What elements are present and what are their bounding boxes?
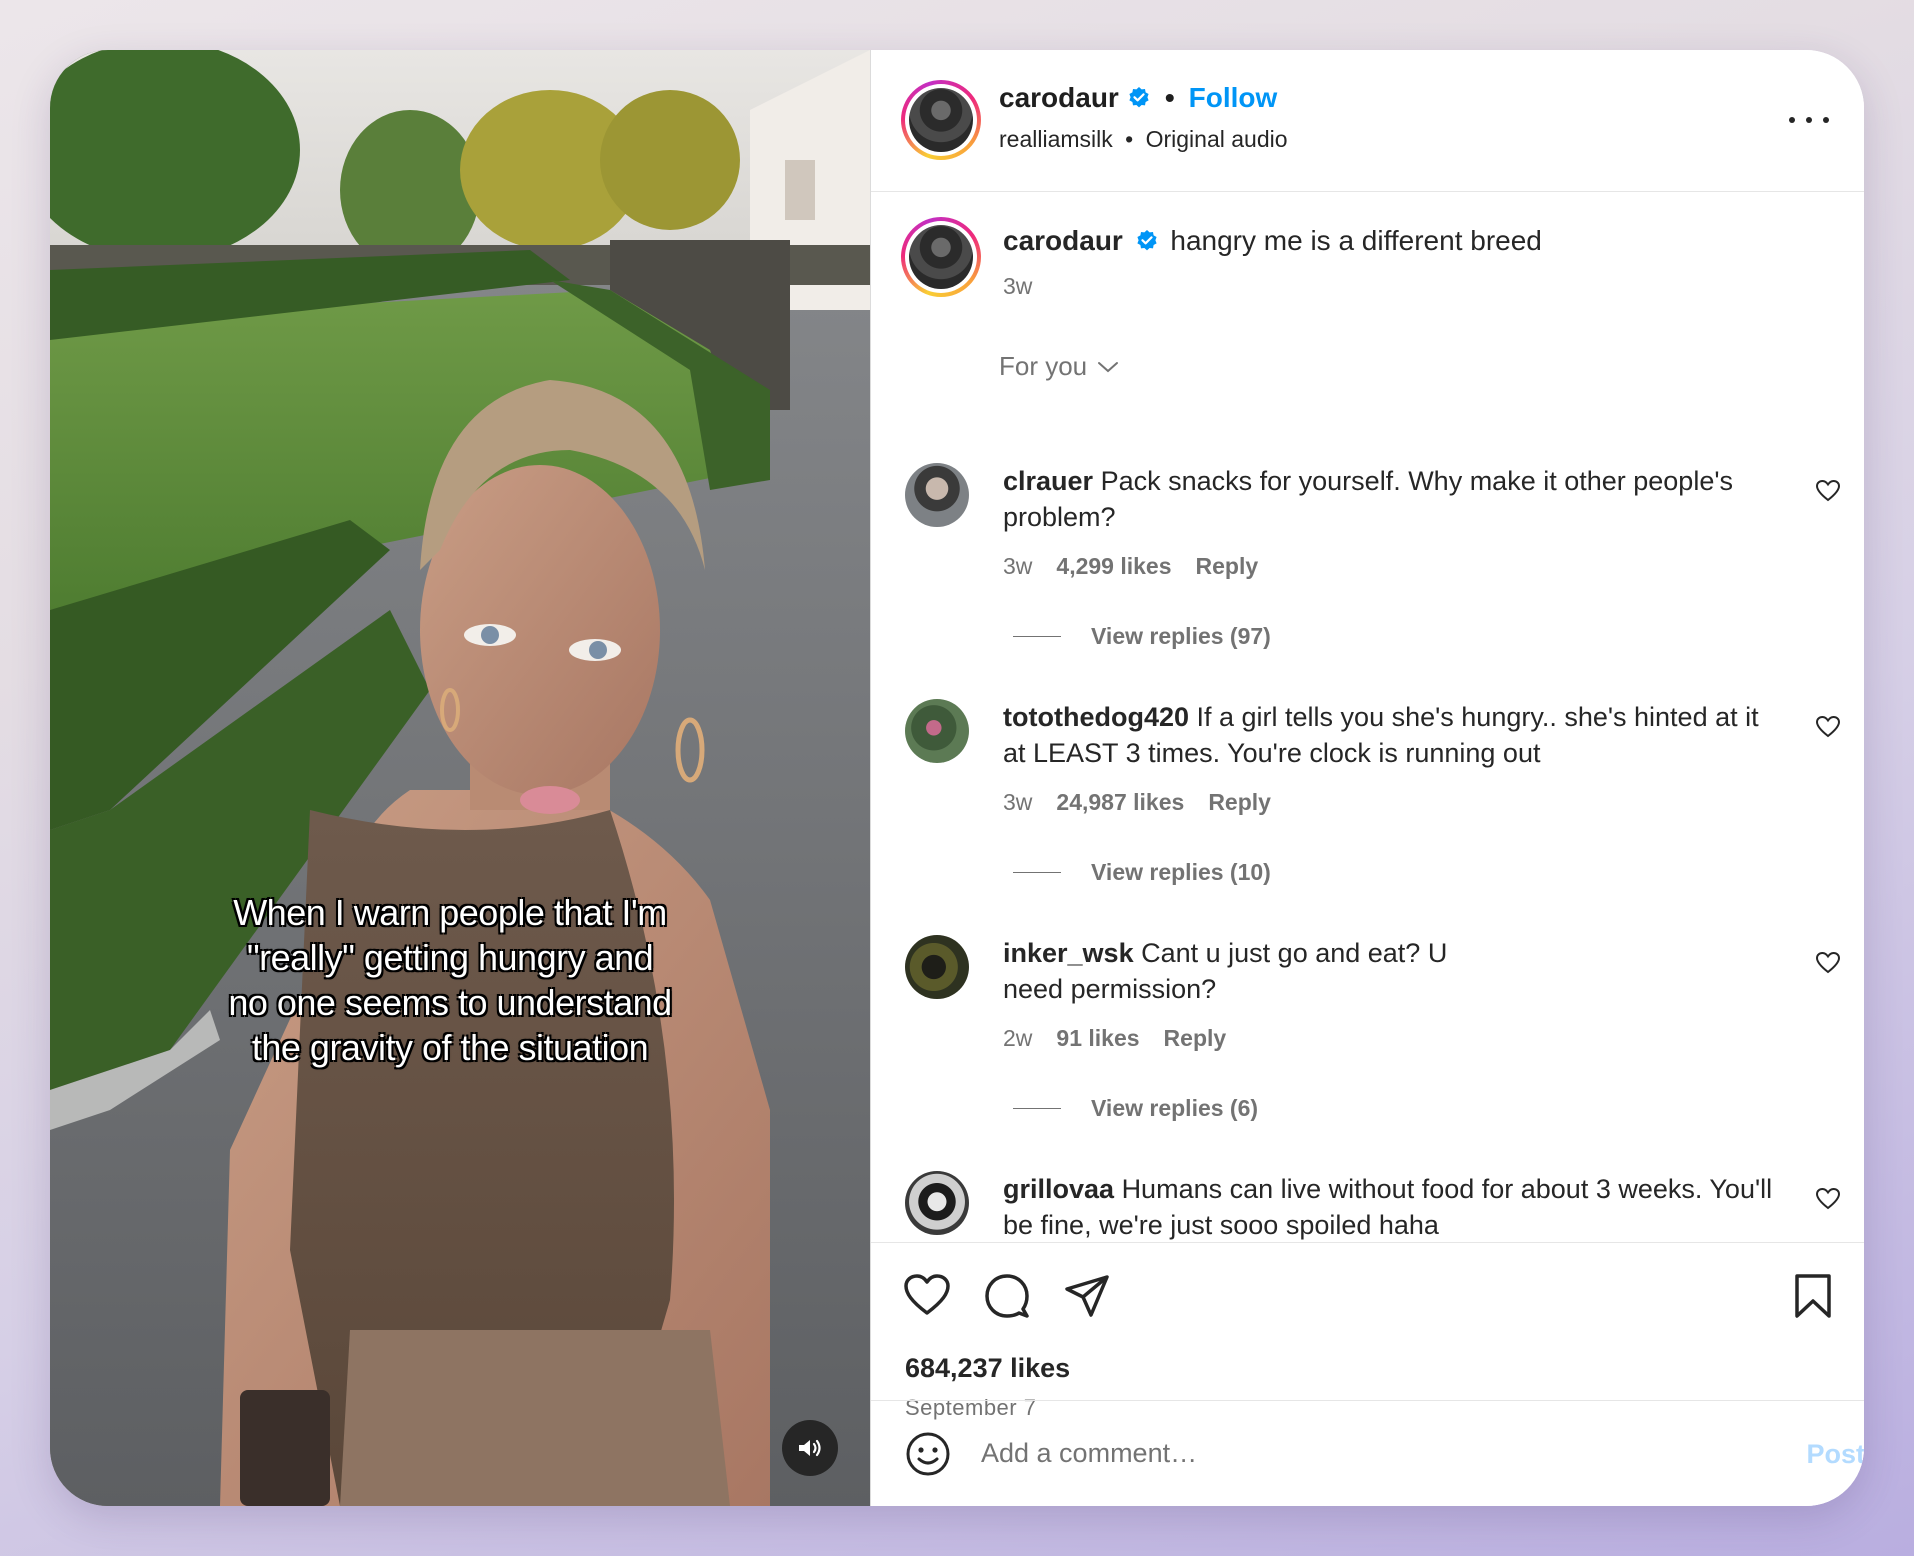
commenter-avatar[interactable] bbox=[905, 1171, 969, 1235]
video-text-overlay: When I warn people that I'm "really" get… bbox=[170, 890, 730, 1070]
comment-like-heart-icon[interactable] bbox=[1815, 715, 1841, 739]
comment-likes[interactable]: 91 likes bbox=[1056, 1025, 1139, 1052]
commenter-avatar[interactable] bbox=[905, 935, 969, 999]
more-options-icon[interactable] bbox=[1789, 110, 1829, 130]
chevron-down-icon bbox=[1098, 361, 1119, 372]
commenter-username[interactable]: clrauer bbox=[1003, 466, 1093, 496]
reel-video[interactable]: When I warn people that I'm "really" get… bbox=[50, 50, 870, 1506]
comment-time: 3w bbox=[1003, 789, 1033, 815]
caption-text-row: carodaur hangry me is a different breed bbox=[1003, 225, 1542, 257]
overlay-line: When I warn people that I'm bbox=[233, 892, 667, 933]
post-likes-count[interactable]: 684,237 likes bbox=[905, 1353, 1070, 1384]
commenter-username[interactable]: inker_wsk bbox=[1003, 938, 1134, 968]
post-dialog: When I warn people that I'm "really" get… bbox=[50, 50, 1864, 1506]
post-header: carodaur • Follow realliamsilk • Origina… bbox=[871, 50, 1864, 192]
sound-icon bbox=[799, 1439, 821, 1457]
emoji-icon[interactable] bbox=[905, 1431, 951, 1477]
comment-like-heart-icon[interactable] bbox=[1815, 951, 1841, 975]
verified-badge-icon bbox=[1137, 230, 1157, 251]
view-replies-button[interactable]: View replies (6) bbox=[1013, 1095, 1258, 1122]
comment-time: 3w bbox=[1003, 553, 1033, 579]
audio-info: realliamsilk • Original audio bbox=[999, 126, 1288, 153]
overlay-line: the gravity of the situation bbox=[251, 1027, 649, 1068]
comment-icon[interactable] bbox=[983, 1273, 1031, 1319]
comment-time: 2w bbox=[1003, 1025, 1033, 1051]
post-comment-button[interactable]: Post bbox=[1806, 1439, 1864, 1470]
caption-text: hangry me is a different breed bbox=[1170, 225, 1542, 256]
commenter-username[interactable]: grillovaa bbox=[1003, 1174, 1114, 1204]
reply-button[interactable]: Reply bbox=[1164, 1025, 1227, 1052]
comment-composer: Post bbox=[871, 1400, 1864, 1506]
audio-name-link[interactable]: Original audio bbox=[1146, 126, 1288, 152]
overlay-line: "really" getting hungry and bbox=[246, 937, 654, 978]
comment-text: inker_wsk Cant u just go and eat? U need… bbox=[1003, 938, 1448, 1004]
commenter-avatar[interactable] bbox=[905, 463, 969, 527]
add-comment-input[interactable] bbox=[981, 1431, 1681, 1475]
comment-likes[interactable]: 4,299 likes bbox=[1056, 553, 1171, 580]
comment-like-heart-icon[interactable] bbox=[1815, 479, 1841, 503]
commenter-avatar[interactable] bbox=[905, 699, 969, 763]
follow-button[interactable]: Follow bbox=[1189, 82, 1278, 114]
comment-likes[interactable]: 24,987 likes bbox=[1056, 789, 1184, 816]
sound-toggle-button[interactable] bbox=[782, 1420, 838, 1476]
view-replies-button[interactable]: View replies (10) bbox=[1013, 859, 1271, 886]
author-username[interactable]: carodaur bbox=[999, 82, 1119, 114]
comment-sort-dropdown[interactable]: For you bbox=[999, 351, 1119, 382]
caption-timestamp: 3w bbox=[1003, 273, 1033, 299]
comments-list[interactable]: carodaur hangry me is a different breed … bbox=[871, 193, 1864, 1241]
post-details-panel: carodaur • Follow realliamsilk • Origina… bbox=[870, 50, 1864, 1506]
reply-button[interactable]: Reply bbox=[1208, 789, 1271, 816]
reply-button[interactable]: Reply bbox=[1196, 553, 1259, 580]
verified-badge-icon bbox=[1129, 87, 1149, 108]
comment-meta: 2w 91 likes Reply bbox=[1003, 1025, 1226, 1052]
comment-like-heart-icon[interactable] bbox=[1815, 1187, 1841, 1211]
commenter-username[interactable]: totothedog420 bbox=[1003, 702, 1189, 732]
separator-dot: • bbox=[1164, 82, 1175, 113]
comment-meta: 3w 24,987 likes Reply bbox=[1003, 789, 1271, 816]
post-actions: 684,237 likes September 7 bbox=[871, 1242, 1864, 1420]
author-avatar[interactable] bbox=[901, 80, 981, 160]
separator-dot: • bbox=[1125, 126, 1134, 152]
bookmark-icon[interactable] bbox=[1793, 1273, 1833, 1319]
comment-text: clrauer Pack snacks for yourself. Why ma… bbox=[1003, 466, 1733, 532]
video-frame bbox=[50, 50, 870, 1506]
overlay-line: no one seems to understand bbox=[228, 982, 672, 1023]
view-replies-button[interactable]: View replies (97) bbox=[1013, 623, 1271, 650]
comment-text: totothedog420 If a girl tells you she's … bbox=[1003, 702, 1759, 768]
sort-label: For you bbox=[999, 351, 1088, 381]
author-row: carodaur • Follow bbox=[999, 82, 1277, 114]
caption-author-avatar[interactable] bbox=[901, 217, 981, 297]
comment-meta: 3w 4,299 likes Reply bbox=[1003, 553, 1258, 580]
comment-text: grillovaa Humans can live without food f… bbox=[1003, 1174, 1773, 1240]
caption-author-username[interactable]: carodaur bbox=[1003, 225, 1123, 256]
heart-icon[interactable] bbox=[903, 1273, 951, 1317]
audio-artist-link[interactable]: realliamsilk bbox=[999, 126, 1113, 152]
share-icon[interactable] bbox=[1063, 1273, 1111, 1319]
